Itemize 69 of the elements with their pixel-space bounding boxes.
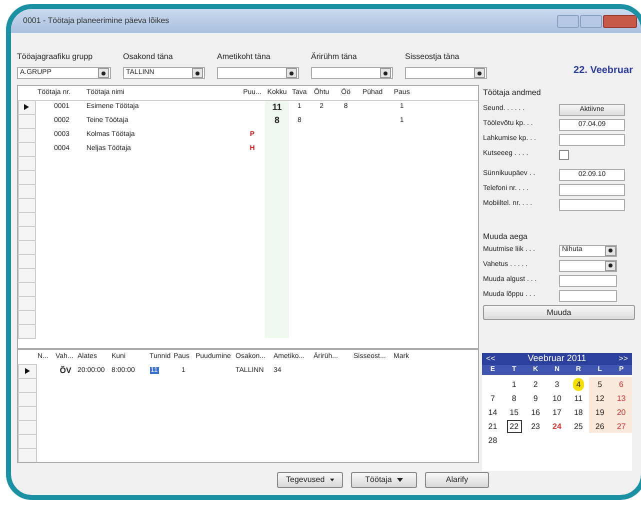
calendar-day[interactable]: 18 [570,406,586,418]
close-button[interactable] [603,14,637,28]
calendar-day[interactable]: 21 [485,420,500,432]
dropdown-button[interactable] [605,246,616,256]
calendar-day[interactable]: 2 [530,378,541,390]
menu-button[interactable]: Tegevused [277,472,343,488]
minimize-button[interactable] [557,14,579,28]
date-heading: 22. Veebruar [574,64,633,78]
month-title: Veebruar 2011 [528,352,586,366]
maximize-button[interactable] [580,14,602,28]
calendar-day[interactable]: 8 [508,392,520,404]
input-field[interactable] [559,184,625,196]
previous-month-link[interactable]: << [486,353,496,365]
window-title: 0001 - Töötaja planeerimine päeva lõikes [23,15,170,27]
dropdown-button[interactable] [380,68,391,78]
row-pointer-icon [25,368,30,374]
next-month-link[interactable]: >> [618,353,628,365]
row-pointer-icon [24,104,30,110]
section-title: Muuda aega [483,231,528,243]
filter-label: Osakond täna [123,51,174,63]
dot-icon [608,248,613,253]
menu-button[interactable]: Töötaja [351,472,417,488]
calendar-day[interactable]: 15 [506,406,522,418]
calendar-day[interactable]: 4 [573,378,584,390]
calendar-day[interactable]: 28 [485,434,500,446]
calendar-day[interactable]: 10 [550,392,564,404]
action-button[interactable]: Alarify [425,472,489,488]
dot-icon [101,70,106,76]
calendar-day[interactable]: 1 [508,378,520,390]
calendar-day[interactable]: 14 [485,406,500,418]
table-cell-text: ÕV [58,364,72,377]
calendar-day[interactable]: 23 [528,420,544,432]
dropdown-button[interactable] [474,68,485,78]
calendar-day[interactable]: 16 [528,406,544,418]
input-field[interactable] [559,274,617,286]
dot-icon [289,70,294,76]
row-header[interactable] [18,100,36,114]
dot-icon [477,70,482,76]
calendar-day[interactable]: 25 [570,420,586,432]
calendar-day[interactable]: 3 [552,378,562,390]
section-title: Töötaja andmed [483,87,542,99]
filter-label: Sisseostja täna [405,51,460,63]
dot-icon [195,70,200,76]
calendar-day[interactable]: 7 [487,392,498,404]
caret-icon [330,478,334,482]
checkbox[interactable] [559,150,569,160]
filter-label: Tööajagraafiku grupp [17,51,94,63]
dropdown-button[interactable] [286,68,297,78]
filter-label: Ärirühm täna [311,51,358,63]
dropdown-button[interactable] [98,68,109,78]
change-button[interactable]: Muuda [483,305,635,320]
caret-icon [396,478,403,482]
table-cell: 11 [264,100,290,114]
calendar-day[interactable]: 9 [530,392,541,404]
filter-label: Ametikoht täna [217,51,272,63]
calendar-day[interactable]: 17 [550,406,564,418]
dropdown-button[interactable] [192,68,203,78]
calendar-day[interactable]: 11 [571,392,586,404]
dot-icon [383,70,388,76]
calendar-day[interactable]: 24 [550,420,564,432]
table-cell: 8 [264,114,290,128]
input-field[interactable] [559,290,617,302]
dot-icon [608,263,613,268]
dropdown-button[interactable] [605,260,616,270]
calendar-day[interactable]: 22 [506,420,522,432]
input-field[interactable] [559,198,625,210]
row-header[interactable] [18,364,36,378]
input-field[interactable] [559,134,625,146]
dropdown-field[interactable] [559,260,617,272]
